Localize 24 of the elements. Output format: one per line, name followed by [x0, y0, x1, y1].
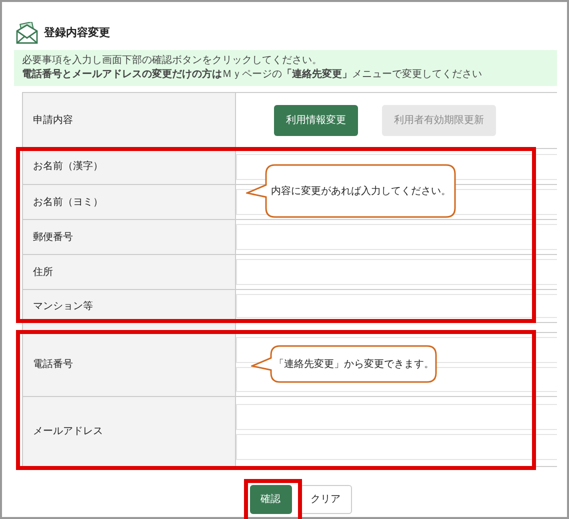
input-field[interactable]	[236, 259, 557, 285]
field-label: メールアドレス	[23, 397, 236, 466]
page-title: 登録内容変更	[44, 24, 110, 41]
field-label: お名前（漢字）	[23, 149, 236, 184]
field-label: 電話番号	[23, 333, 236, 396]
confirm-button[interactable]: 確認	[250, 485, 292, 514]
input-field[interactable]	[236, 294, 557, 318]
input-field[interactable]	[236, 434, 557, 460]
contact-change-link[interactable]: 「連絡先変更」	[282, 69, 352, 80]
input-field[interactable]	[236, 224, 557, 250]
clear-button[interactable]: クリア	[300, 485, 352, 514]
option-button[interactable]: 利用情報変更	[274, 105, 358, 136]
envelope-icon	[16, 22, 38, 44]
notice-text: 電話番号とメールアドレスの変更だけの方はＭｙページの	[22, 69, 282, 80]
notice-text: 必要事項を入力し画面下部の確認ボタンをクリックしてください。	[22, 54, 323, 68]
field-label: マンション等	[23, 290, 236, 322]
hint-tooltip: 「連絡先変更」から変更できます。	[251, 345, 437, 383]
notice-text: メニューで変更してください	[352, 69, 482, 80]
field-label: 郵便番号	[23, 220, 236, 254]
field-label: お名前（ヨミ）	[23, 185, 236, 219]
field-label: 申請内容	[23, 93, 236, 148]
hint-tooltip: 内容に変更があれば入力してください。	[246, 164, 456, 218]
input-field[interactable]	[236, 404, 557, 430]
field-label: 住所	[23, 255, 236, 289]
